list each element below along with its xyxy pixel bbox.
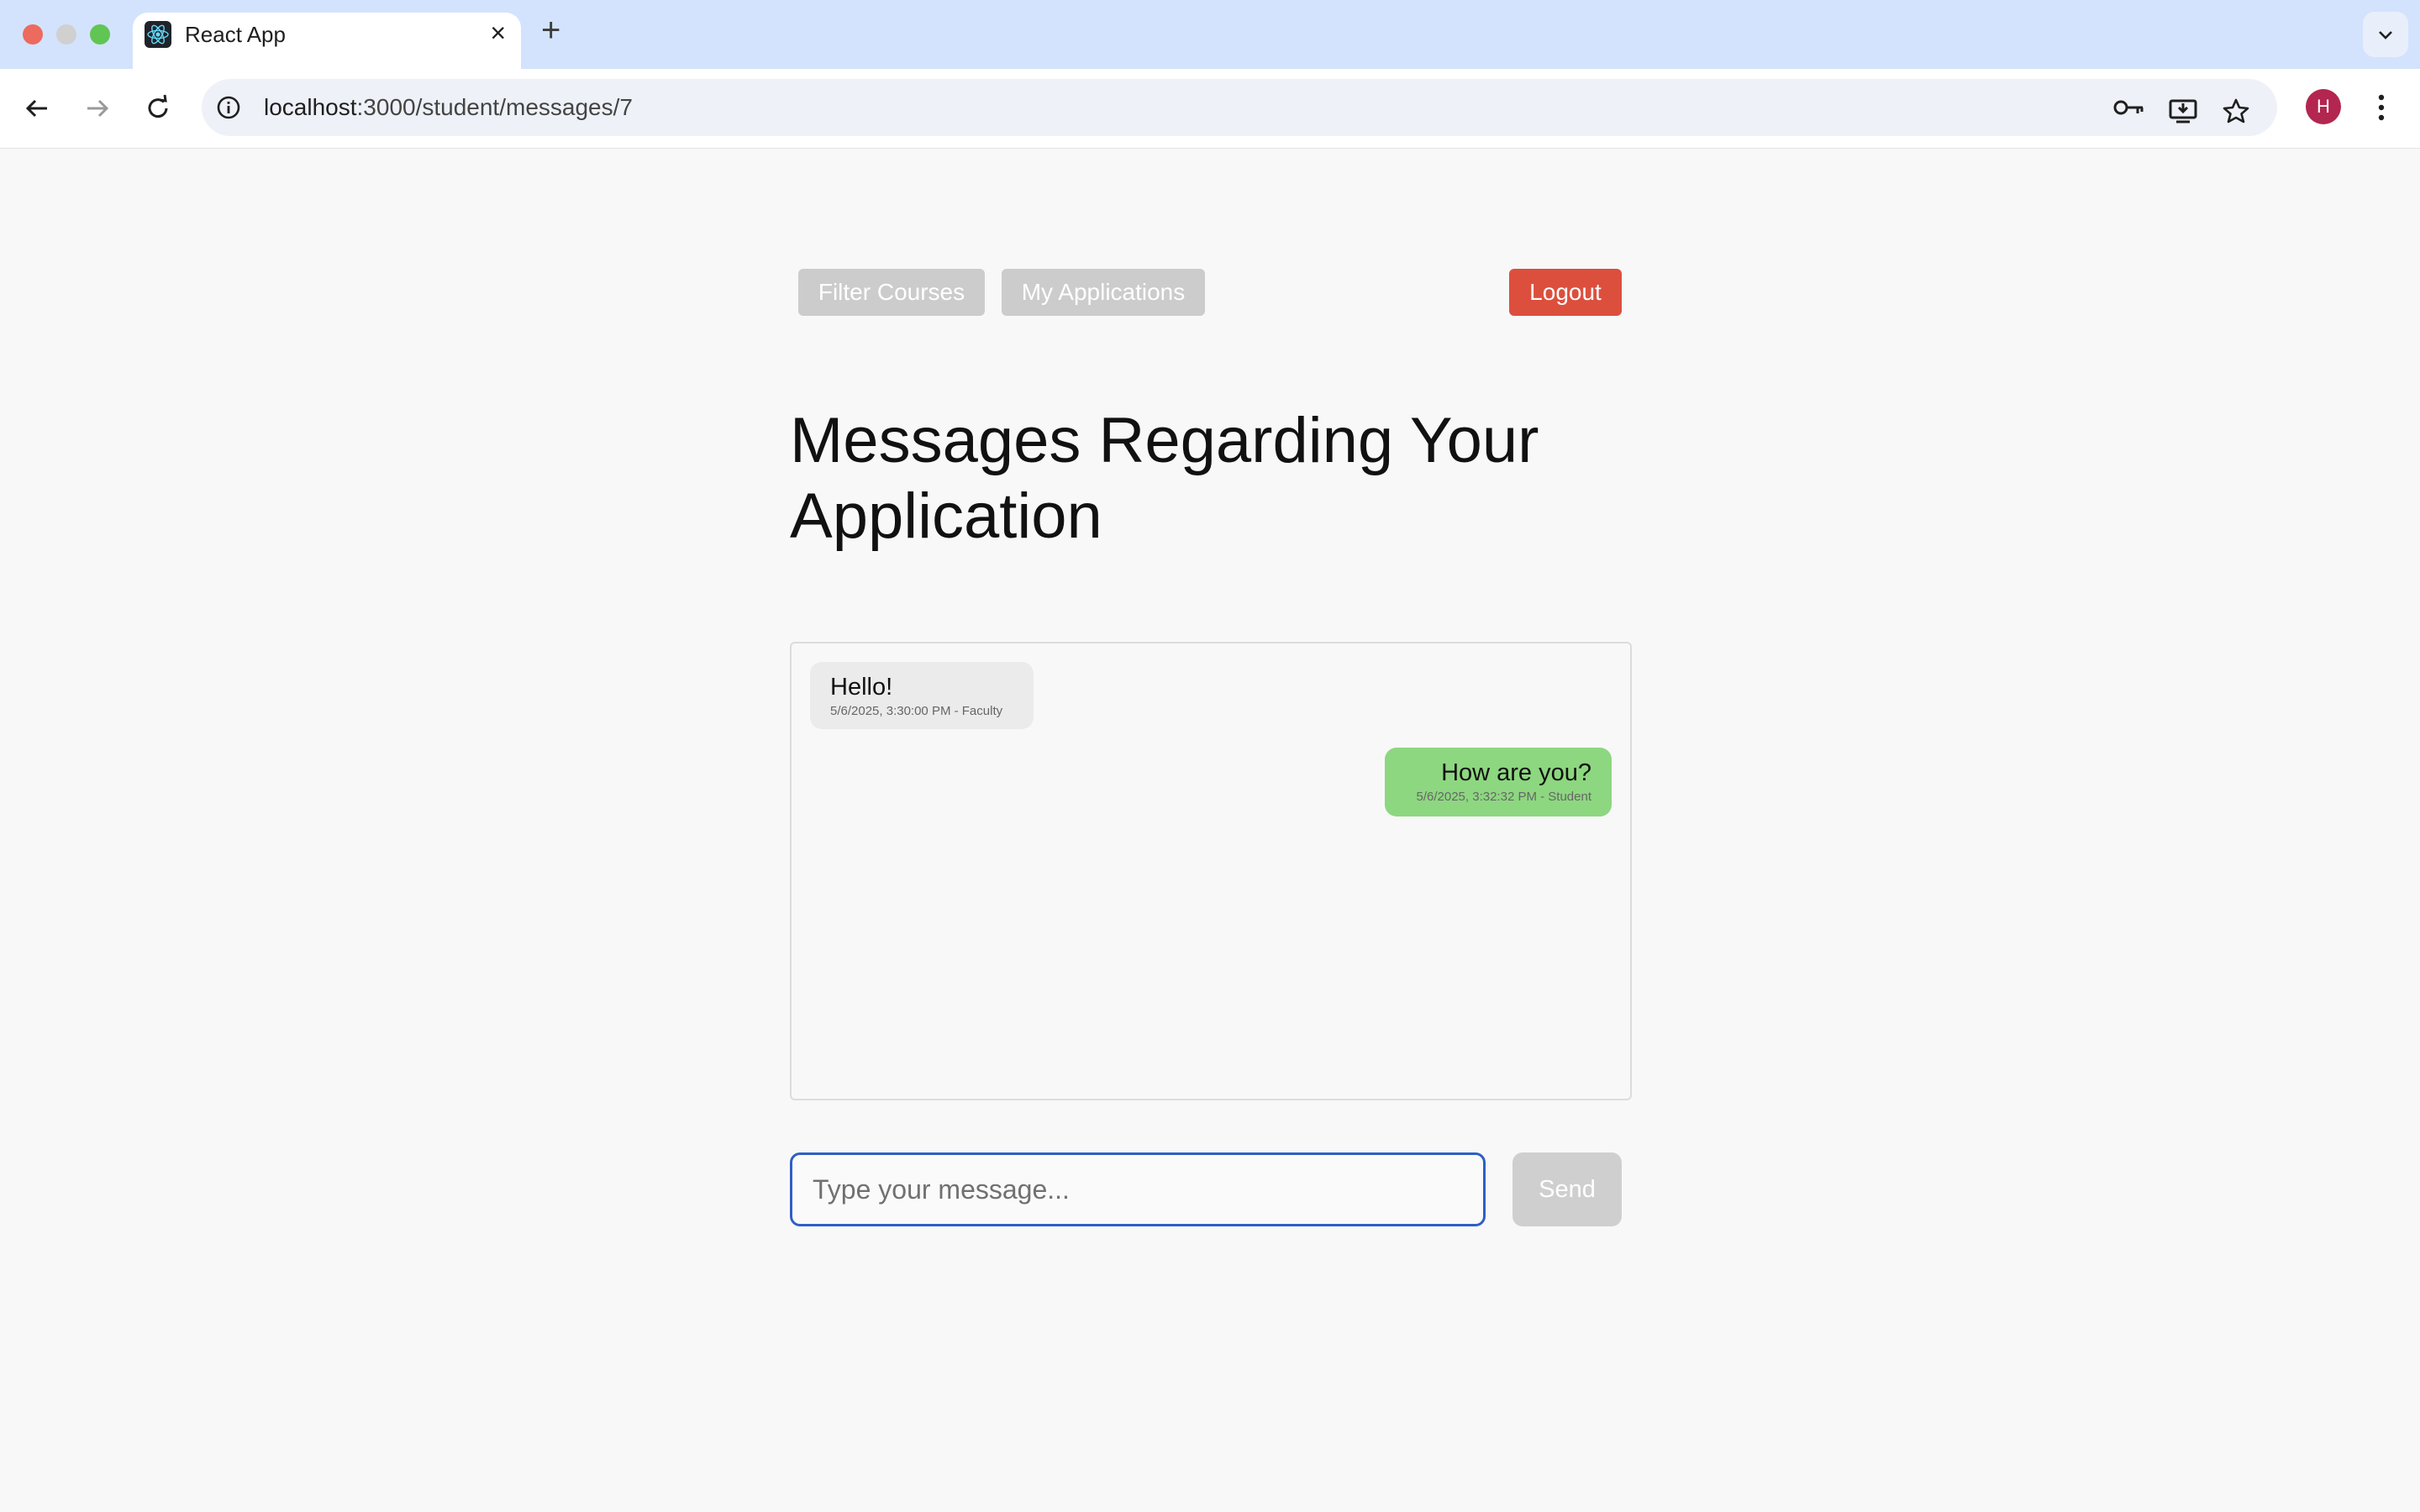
more-menu-icon[interactable] <box>2375 91 2388 124</box>
site-info-icon[interactable] <box>215 94 242 121</box>
message-bubble-faculty: Hello! 5/6/2025, 3:30:00 PM - Faculty <box>810 662 1034 729</box>
url-text: localhost:3000/student/messages/7 <box>264 94 633 120</box>
message-bubble-student: How are you? 5/6/2025, 3:32:32 PM - Stud… <box>1385 748 1612 816</box>
send-button[interactable]: Send <box>1512 1152 1622 1226</box>
reload-icon[interactable] <box>141 92 175 125</box>
address-bar[interactable]: localhost:3000/student/messages/7 <box>202 79 2277 136</box>
new-tab-icon[interactable]: + <box>541 12 560 50</box>
bookmark-star-icon[interactable] <box>2222 97 2250 124</box>
message-timestamp: 5/6/2025, 3:30:00 PM - Faculty <box>830 704 1003 718</box>
window-minimize-button[interactable] <box>56 24 76 45</box>
key-icon[interactable] <box>2112 97 2146 118</box>
message-text: Hello! <box>830 674 893 701</box>
profile-avatar[interactable]: H <box>2306 89 2341 124</box>
tab-search-button[interactable] <box>2363 12 2408 57</box>
back-icon[interactable] <box>20 92 54 125</box>
page-title: Messages Regarding Your Application <box>790 405 1539 552</box>
window-maximize-button[interactable] <box>90 24 110 45</box>
react-icon <box>145 21 171 48</box>
chevron-down-icon <box>2379 31 2392 39</box>
message-text: How are you? <box>1441 759 1591 786</box>
browser-toolbar: localhost:3000/student/messages/7 H <box>0 69 2420 149</box>
tab-title: React App <box>185 22 286 47</box>
logout-button[interactable]: Logout <box>1509 269 1622 316</box>
message-thread[interactable]: Hello! 5/6/2025, 3:30:00 PM - Faculty Ho… <box>790 642 1632 1100</box>
message-timestamp: 5/6/2025, 3:32:32 PM - Student <box>1416 790 1591 804</box>
browser-tab[interactable]: React App × <box>133 13 521 69</box>
my-applications-button[interactable]: My Applications <box>1002 269 1205 316</box>
forward-icon[interactable] <box>81 92 114 125</box>
window-close-button[interactable] <box>23 24 43 45</box>
browser-tab-strip: React App × + <box>0 0 2420 69</box>
tab-close-icon[interactable]: × <box>490 18 506 49</box>
message-input[interactable] <box>790 1152 1486 1226</box>
filter-courses-button[interactable]: Filter Courses <box>798 269 985 316</box>
install-app-icon[interactable] <box>2168 97 2198 124</box>
